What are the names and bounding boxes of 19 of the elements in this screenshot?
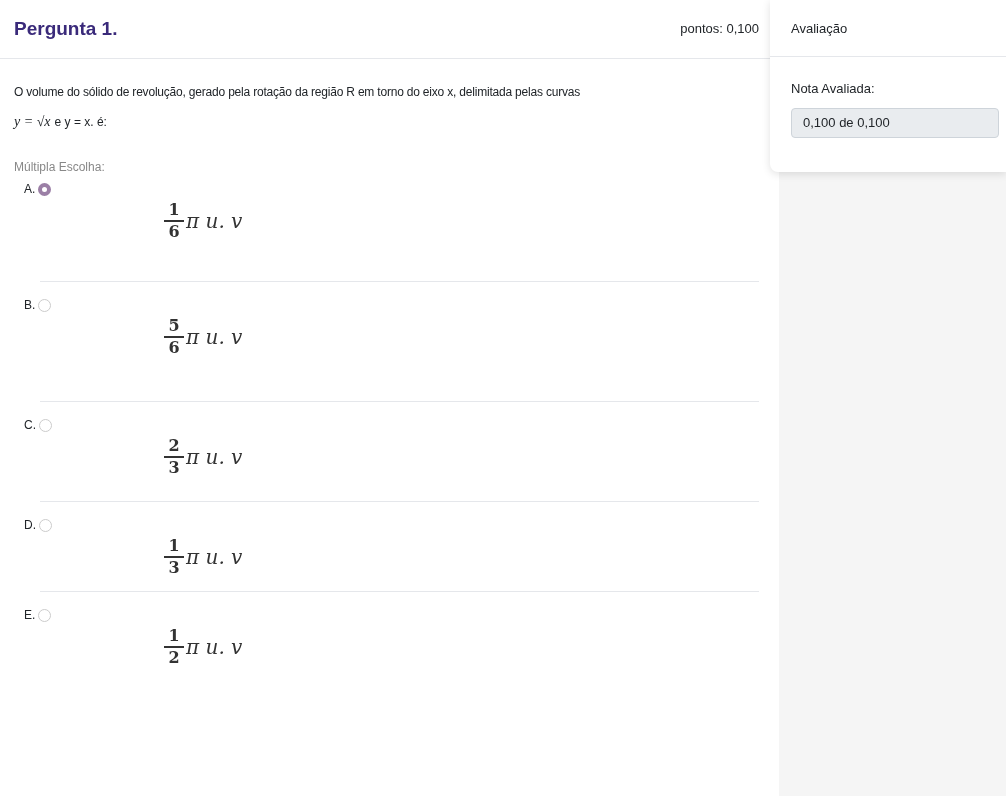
radio-button[interactable] [39,518,52,532]
panel-title: Avaliação [791,21,848,36]
question-type-label: Múltipla Escolha: [14,159,106,176]
question-title: Pergunta 1. [14,16,118,41]
question-text: O volume do sólido de revolução, gerado pela rotação da região R em torno do eixo x, delimitada pelas curvas [14,84,582,101]
radio-button[interactable] [38,298,52,312]
radio-button[interactable] [38,182,52,196]
option-letter: E. [24,607,36,624]
option-letter: B. [24,297,36,314]
grade-field: 0,100 de 0,100 [791,107,999,138]
formula: y = √x [14,113,51,131]
points-label: pontos: 0,100 [680,20,759,39]
radio-button[interactable] [39,418,52,432]
radio-button[interactable] [38,608,52,622]
option-letter: C. [24,417,36,434]
option-letter: A. [24,181,36,198]
formula-text: e y = x. é: [54,113,107,131]
grade-label: Nota Avaliada: [791,80,876,98]
option-letter: D. [24,517,36,534]
